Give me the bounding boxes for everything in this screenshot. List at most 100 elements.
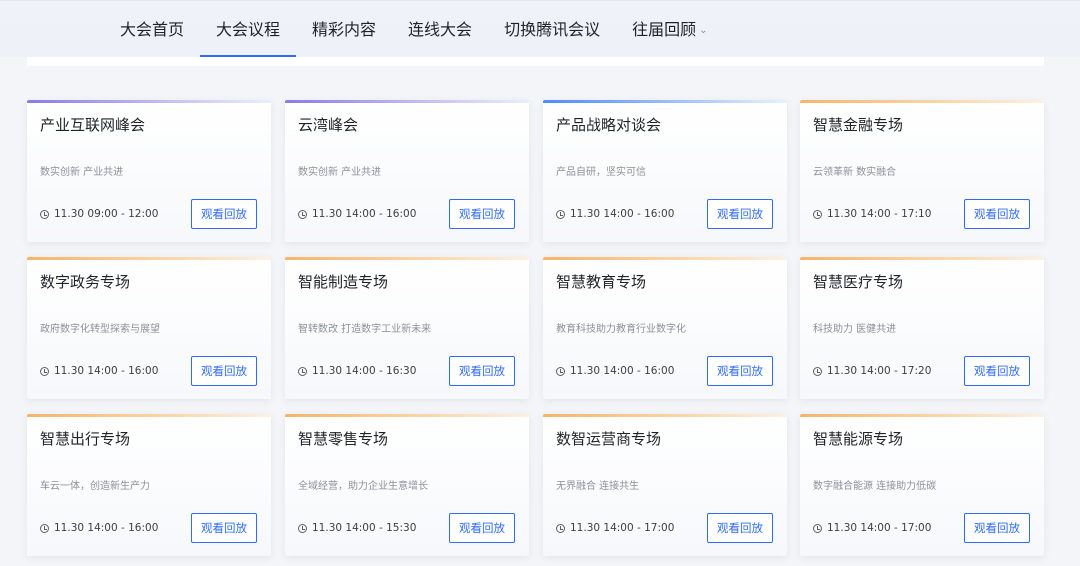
card-title: 智能制造专场 xyxy=(298,273,389,291)
card-subtitle: 教育科技助力教育行业数字化 xyxy=(556,324,686,335)
card-time: 11.30 14:00 - 17:00 xyxy=(556,522,674,534)
card-time: 11.30 14:00 - 16:00 xyxy=(40,365,158,377)
card-accent-bar xyxy=(27,257,271,260)
watch-replay-button[interactable]: 观看回放 xyxy=(191,199,257,229)
card-subtitle: 无界融合 连接共生 xyxy=(556,481,640,492)
agenda-card: 智慧零售专场 全域经营，助力企业生意增长 11.30 14:00 - 15:30… xyxy=(285,414,529,556)
nav-item-label: 往届回顾 xyxy=(632,20,697,39)
card-time-text: 11.30 14:00 - 17:00 xyxy=(827,522,932,534)
clock-icon xyxy=(298,366,307,376)
card-subtitle: 数实创新 产业共进 xyxy=(298,167,382,178)
watch-replay-button[interactable]: 观看回放 xyxy=(707,356,773,386)
nav-item-home[interactable]: 大会首页 xyxy=(104,1,200,58)
watch-replay-button[interactable]: 观看回放 xyxy=(449,513,515,543)
clock-icon xyxy=(298,209,307,219)
card-title: 智慧教育专场 xyxy=(556,273,647,291)
clock-icon xyxy=(813,523,822,533)
card-subtitle: 产品自研，坚实可信 xyxy=(556,167,646,178)
nav-item-label: 连线大会 xyxy=(408,20,473,39)
card-time: 11.30 09:00 - 12:00 xyxy=(40,208,158,220)
card-subtitle: 数实创新 产业共进 xyxy=(40,167,124,178)
card-time-text: 11.30 14:00 - 16:00 xyxy=(570,365,675,377)
clock-icon xyxy=(813,366,822,376)
nav-item-connect[interactable]: 连线大会 xyxy=(392,1,488,58)
card-accent-bar xyxy=(800,100,1044,103)
watch-replay-button[interactable]: 观看回放 xyxy=(449,199,515,229)
card-time-text: 11.30 14:00 - 16:30 xyxy=(312,365,417,377)
clock-icon xyxy=(40,209,49,219)
card-time: 11.30 14:00 - 16:00 xyxy=(556,365,674,377)
card-accent-bar xyxy=(543,100,787,103)
card-title: 智慧零售专场 xyxy=(298,430,389,448)
card-accent-bar xyxy=(543,414,787,417)
clock-icon xyxy=(556,366,565,376)
watch-replay-button[interactable]: 观看回放 xyxy=(964,513,1030,543)
clock-icon xyxy=(298,523,307,533)
content-header-strip xyxy=(27,57,1044,66)
card-subtitle: 车云一体，创造新生产力 xyxy=(40,481,150,492)
clock-icon xyxy=(40,523,49,533)
card-accent-bar xyxy=(800,257,1044,260)
agenda-card: 智慧能源专场 数字融合能源 连接助力低碳 11.30 14:00 - 17:00… xyxy=(800,414,1044,556)
clock-icon xyxy=(556,209,565,219)
card-time-text: 11.30 14:00 - 16:00 xyxy=(54,365,159,377)
watch-replay-button[interactable]: 观看回放 xyxy=(191,513,257,543)
watch-replay-button[interactable]: 观看回放 xyxy=(964,199,1030,229)
watch-replay-button[interactable]: 观看回放 xyxy=(964,356,1030,386)
nav-item-agenda[interactable]: 大会议程 xyxy=(200,1,297,58)
card-subtitle: 数字融合能源 连接助力低碳 xyxy=(813,481,937,492)
card-time-text: 11.30 14:00 - 17:20 xyxy=(827,365,932,377)
nav-item-label: 大会议程 xyxy=(216,20,281,39)
card-title: 智慧金融专场 xyxy=(813,116,904,134)
card-title: 数字政务专场 xyxy=(40,273,131,291)
card-accent-bar xyxy=(285,100,529,103)
agenda-card: 智慧教育专场 教育科技助力教育行业数字化 11.30 14:00 - 16:00… xyxy=(543,257,787,399)
nav-item-tencent-meeting[interactable]: 切换腾讯会议 xyxy=(488,1,616,58)
card-title: 智慧能源专场 xyxy=(813,430,904,448)
card-title: 智慧出行专场 xyxy=(40,430,131,448)
card-time: 11.30 14:00 - 17:20 xyxy=(813,365,931,377)
card-subtitle: 政府数字化转型探索与展望 xyxy=(40,324,160,335)
clock-icon xyxy=(813,209,822,219)
card-title: 智慧医疗专场 xyxy=(813,273,904,291)
watch-replay-button[interactable]: 观看回放 xyxy=(707,199,773,229)
card-time-text: 11.30 14:00 - 16:00 xyxy=(54,522,159,534)
card-accent-bar xyxy=(543,257,787,260)
chevron-down-icon: ⌄ xyxy=(699,25,708,36)
card-title: 数智运营商专场 xyxy=(556,430,662,448)
card-accent-bar xyxy=(285,414,529,417)
agenda-card: 云湾峰会 数实创新 产业共进 11.30 14:00 - 16:00 观看回放 xyxy=(285,100,529,242)
top-navigation-bar: 大会首页 大会议程 精彩内容 连线大会 切换腾讯会议 往届回顾 ⌄ xyxy=(0,0,1080,57)
agenda-card: 智慧金融专场 云领革新 数实融合 11.30 14:00 - 17:10 观看回… xyxy=(800,100,1044,242)
card-time-text: 11.30 09:00 - 12:00 xyxy=(54,208,159,220)
card-title: 产业互联网峰会 xyxy=(40,116,146,134)
card-subtitle: 云领革新 数实融合 xyxy=(813,167,897,178)
page: 大会首页 大会议程 精彩内容 连线大会 切换腾讯会议 往届回顾 ⌄ 产业互联网峰会… xyxy=(0,0,1080,566)
nav-item-highlights[interactable]: 精彩内容 xyxy=(296,1,392,58)
card-title: 产品战略对谈会 xyxy=(556,116,662,134)
card-title: 云湾峰会 xyxy=(298,116,359,134)
card-time: 11.30 14:00 - 15:30 xyxy=(298,522,416,534)
nav-item-label: 大会首页 xyxy=(120,20,185,39)
card-time: 11.30 14:00 - 17:10 xyxy=(813,208,931,220)
main-nav: 大会首页 大会议程 精彩内容 连线大会 切换腾讯会议 往届回顾 ⌄ xyxy=(104,1,723,58)
card-time-text: 11.30 14:00 - 17:10 xyxy=(827,208,932,220)
clock-icon xyxy=(40,366,49,376)
card-subtitle: 全域经营，助力企业生意增长 xyxy=(298,481,428,492)
card-subtitle: 科技助力 医健共进 xyxy=(813,324,897,335)
nav-item-label: 切换腾讯会议 xyxy=(504,20,601,39)
watch-replay-button[interactable]: 观看回放 xyxy=(191,356,257,386)
agenda-card: 数字政务专场 政府数字化转型探索与展望 11.30 14:00 - 16:00 … xyxy=(27,257,271,399)
watch-replay-button[interactable]: 观看回放 xyxy=(449,356,515,386)
watch-replay-button[interactable]: 观看回放 xyxy=(707,513,773,543)
card-accent-bar xyxy=(285,257,529,260)
agenda-card: 智能制造专场 智转数改 打造数字工业新未来 11.30 14:00 - 16:3… xyxy=(285,257,529,399)
agenda-card: 智慧医疗专场 科技助力 医健共进 11.30 14:00 - 17:20 观看回… xyxy=(800,257,1044,399)
clock-icon xyxy=(556,523,565,533)
card-subtitle: 智转数改 打造数字工业新未来 xyxy=(298,324,432,335)
card-time-text: 11.30 14:00 - 16:00 xyxy=(570,208,675,220)
nav-item-past-review[interactable]: 往届回顾 ⌄ xyxy=(616,1,723,58)
card-time: 11.30 14:00 - 16:00 xyxy=(298,208,416,220)
agenda-card: 产业互联网峰会 数实创新 产业共进 11.30 09:00 - 12:00 观看… xyxy=(27,100,271,242)
card-time: 11.30 14:00 - 16:30 xyxy=(298,365,416,377)
